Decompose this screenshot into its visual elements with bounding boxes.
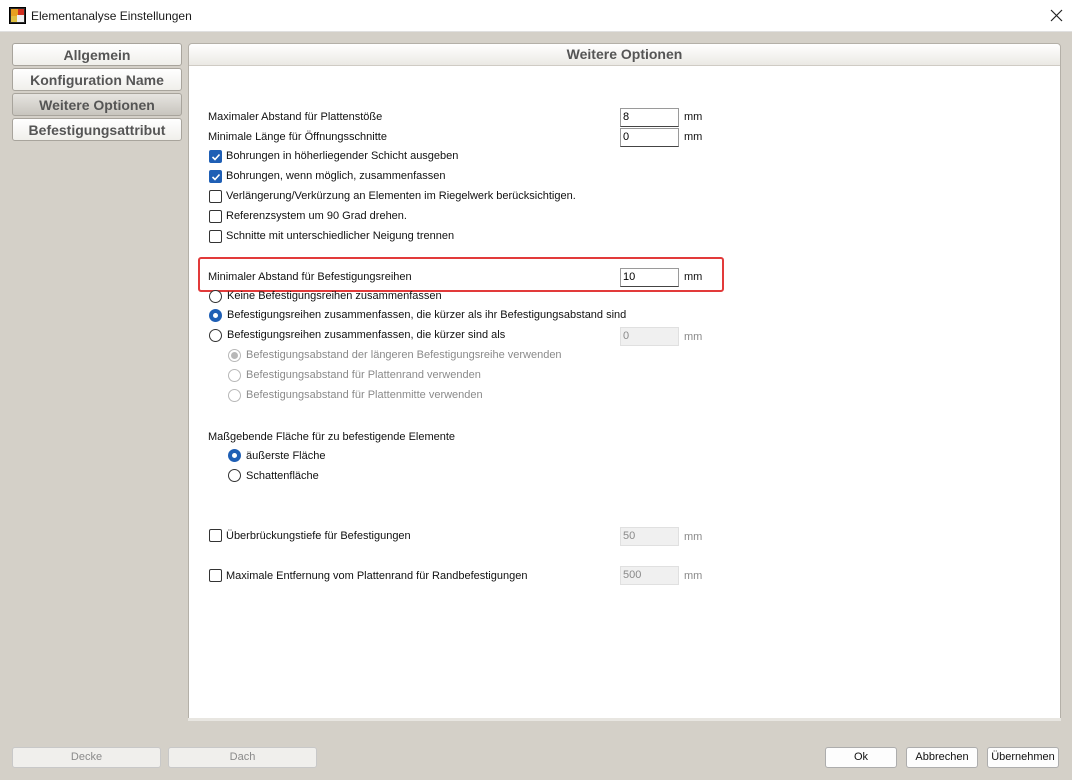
schattenflaeche-radio[interactable]: [228, 469, 241, 482]
abstand-plattenmitte-radio[interactable]: [228, 389, 241, 402]
close-button[interactable]: [1042, 0, 1072, 32]
aeusserste-flaeche-radio[interactable]: [228, 449, 241, 462]
schattenflaeche-label: Schattenfläche: [246, 470, 319, 482]
abstand-laengere-reihe-radio[interactable]: [228, 349, 241, 362]
bohrungen-zusammenfassen-checkbox[interactable]: [209, 170, 222, 183]
max-abstand-input[interactable]: 8: [620, 108, 679, 127]
verlaengerung-label: Verlängerung/Verkürzung an Elementen im …: [226, 190, 576, 202]
schnitte-trennen-label: Schnitte mit unterschiedlicher Neigung t…: [226, 230, 455, 242]
zusammenfassen-kuerzer-als-radio[interactable]: [209, 329, 222, 342]
abstand-plattenrand-label: Befestigungsabstand für Plattenrand verw…: [246, 369, 481, 381]
dach-button[interactable]: Dach: [168, 747, 317, 768]
close-icon: [1050, 9, 1063, 22]
zusammenfassen-kuerzer-als-label: Befestigungsreihen zusammenfassen, die k…: [227, 329, 506, 341]
nav-item-konfiguration-name[interactable]: Konfiguration Name: [12, 68, 182, 91]
uebernehmen-button[interactable]: Übernehmen: [987, 747, 1059, 768]
bohrungen-zusammenfassen-label: Bohrungen, wenn möglich, zusammenfassen: [226, 170, 446, 182]
zusammenfassen-kuerzer-abstand-radio[interactable]: [209, 309, 222, 322]
window-title: Elementanalyse Einstellungen: [31, 9, 192, 23]
ok-button[interactable]: Ok: [825, 747, 897, 768]
max-entfernung-checkbox[interactable]: [209, 569, 222, 582]
max-abstand-unit: mm: [684, 111, 703, 123]
abstand-laengere-reihe-label: Befestigungsabstand der längeren Befesti…: [246, 349, 562, 361]
ueberbrueckung-label: Überbrückungstiefe für Befestigungen: [226, 530, 411, 542]
flaeche-group-label: Maßgebende Fläche für zu befestigende El…: [208, 431, 456, 443]
app-icon: [9, 7, 26, 24]
kuerzer-als-input[interactable]: 0: [620, 327, 679, 346]
abstand-plattenmitte-label: Befestigungsabstand für Plattenmitte ver…: [246, 389, 483, 401]
zusammenfassen-kuerzer-abstand-label: Befestigungsreihen zusammenfassen, die k…: [227, 309, 627, 321]
max-entfernung-input[interactable]: 500: [620, 566, 679, 585]
title-bar: Elementanalyse Einstellungen: [0, 0, 1072, 32]
schnitte-trennen-checkbox[interactable]: [209, 230, 222, 243]
bohrungen-hoeher-label: Bohrungen in höherliegender Schicht ausg…: [226, 150, 459, 162]
ueberbrueckung-input[interactable]: 50: [620, 527, 679, 546]
verlaengerung-checkbox[interactable]: [209, 190, 222, 203]
max-entfernung-unit: mm: [684, 570, 703, 582]
min-laenge-input[interactable]: 0: [620, 128, 679, 147]
min-laenge-unit: mm: [684, 131, 703, 143]
panel-title: Weitere Optionen: [189, 44, 1060, 66]
keine-zusammenfassen-label: Keine Befestigungsreihen zusammenfassen: [227, 290, 442, 302]
abbrechen-button[interactable]: Abbrechen: [906, 747, 978, 768]
panel-bottom-edge: [188, 718, 1061, 721]
max-entfernung-label: Maximale Entfernung vom Plattenrand für …: [226, 570, 528, 582]
referenzsystem-label: Referenzsystem um 90 Grad drehen.: [226, 210, 407, 222]
bohrungen-hoeher-checkbox[interactable]: [209, 150, 222, 163]
nav-item-allgemein[interactable]: Allgemein: [12, 43, 182, 66]
keine-zusammenfassen-radio[interactable]: [209, 290, 222, 303]
aeusserste-flaeche-label: äußerste Fläche: [246, 450, 326, 462]
checkmark-icon: [211, 153, 221, 161]
min-laenge-label: Minimale Länge für Öffnungsschnitte: [208, 131, 387, 143]
ueberbrueckung-unit: mm: [684, 531, 703, 543]
ueberbrueckung-checkbox[interactable]: [209, 529, 222, 542]
nav-item-befestigungsattribut[interactable]: Befestigungsattribut: [12, 118, 182, 141]
nav-item-weitere-optionen[interactable]: Weitere Optionen: [12, 93, 182, 116]
highlight-box: [198, 257, 724, 292]
max-abstand-label: Maximaler Abstand für Plattenstöße: [208, 111, 383, 123]
checkmark-icon: [211, 173, 221, 181]
abstand-plattenrand-radio[interactable]: [228, 369, 241, 382]
referenzsystem-checkbox[interactable]: [209, 210, 222, 223]
kuerzer-als-unit: mm: [684, 331, 703, 343]
decke-button[interactable]: Decke: [12, 747, 161, 768]
